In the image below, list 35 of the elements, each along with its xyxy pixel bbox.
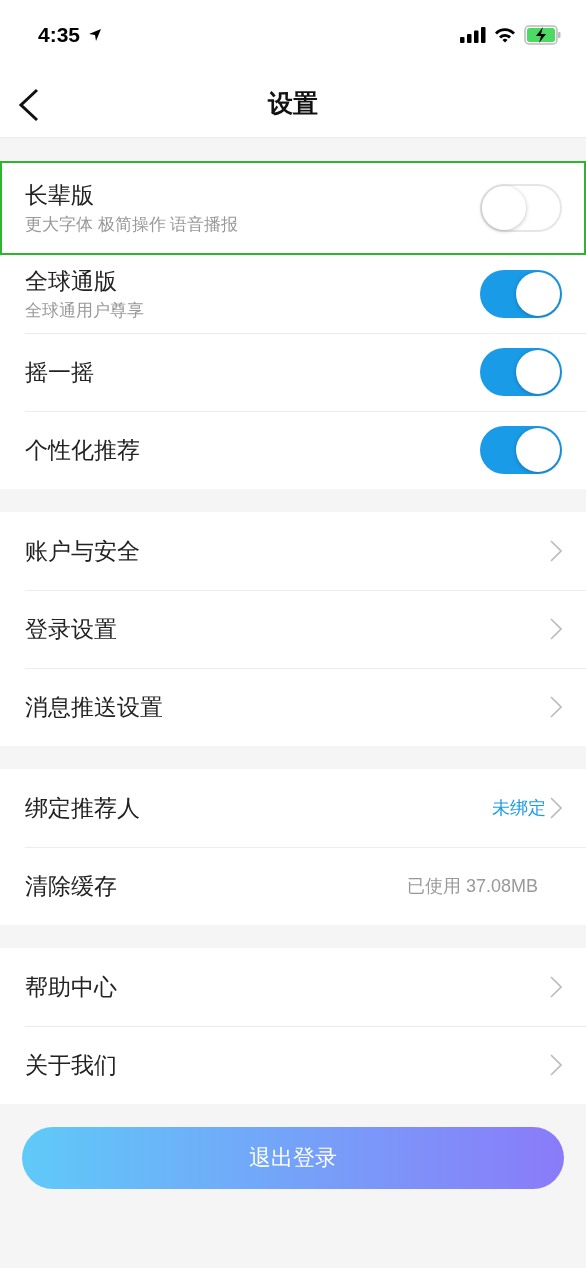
row-value: 已使用 37.08MB [406, 875, 538, 898]
chevron-icon [550, 696, 562, 718]
row-value: 未绑定 [492, 797, 546, 820]
signal-icon [460, 27, 486, 43]
setting-subtitle: 更大字体 极简操作 语音播报 [25, 214, 240, 236]
setting-label: 账户与安全 [25, 536, 141, 566]
battery-charging-icon [524, 25, 562, 45]
toggle-switch[interactable] [480, 184, 562, 232]
setting-label: 帮助中心 [25, 972, 118, 1002]
chevron-icon [550, 1054, 562, 1076]
chevron-icon [550, 797, 562, 819]
setting-label: 长辈版 [25, 181, 95, 210]
page-title: 设置 [268, 88, 318, 119]
setting-label: 清除缓存 [25, 871, 118, 901]
chevron-icon [550, 618, 562, 640]
status-time: 4:35 [38, 23, 81, 47]
setting-label: 全球通版 [25, 267, 118, 296]
setting-label: 关于我们 [25, 1050, 118, 1080]
chevron-icon [550, 976, 562, 998]
setting-row[interactable]: 全球通版 全球通用户尊享 [0, 255, 586, 333]
toggle-switch[interactable] [480, 348, 562, 396]
wifi-icon [494, 27, 516, 43]
setting-subtitle: 全球通用户尊享 [25, 300, 145, 322]
setting-row[interactable]: 个性化推荐 [0, 411, 586, 489]
location-arrow-icon [88, 28, 103, 42]
chevron-icon [550, 540, 562, 562]
setting-row[interactable]: 摇一摇 [0, 333, 586, 411]
toggle-switch[interactable] [480, 270, 562, 318]
highlighted-setting-row[interactable]: 长辈版 更大字体 极简操作 语音播报 [0, 161, 586, 255]
setting-label: 绑定推荐人 [25, 793, 141, 823]
setting-label: 登录设置 [25, 614, 118, 644]
setting-label: 消息推送设置 [25, 692, 164, 722]
setting-label: 摇一摇 [25, 357, 95, 387]
setting-label: 个性化推荐 [25, 435, 141, 465]
toggle-switch[interactable] [480, 426, 562, 474]
